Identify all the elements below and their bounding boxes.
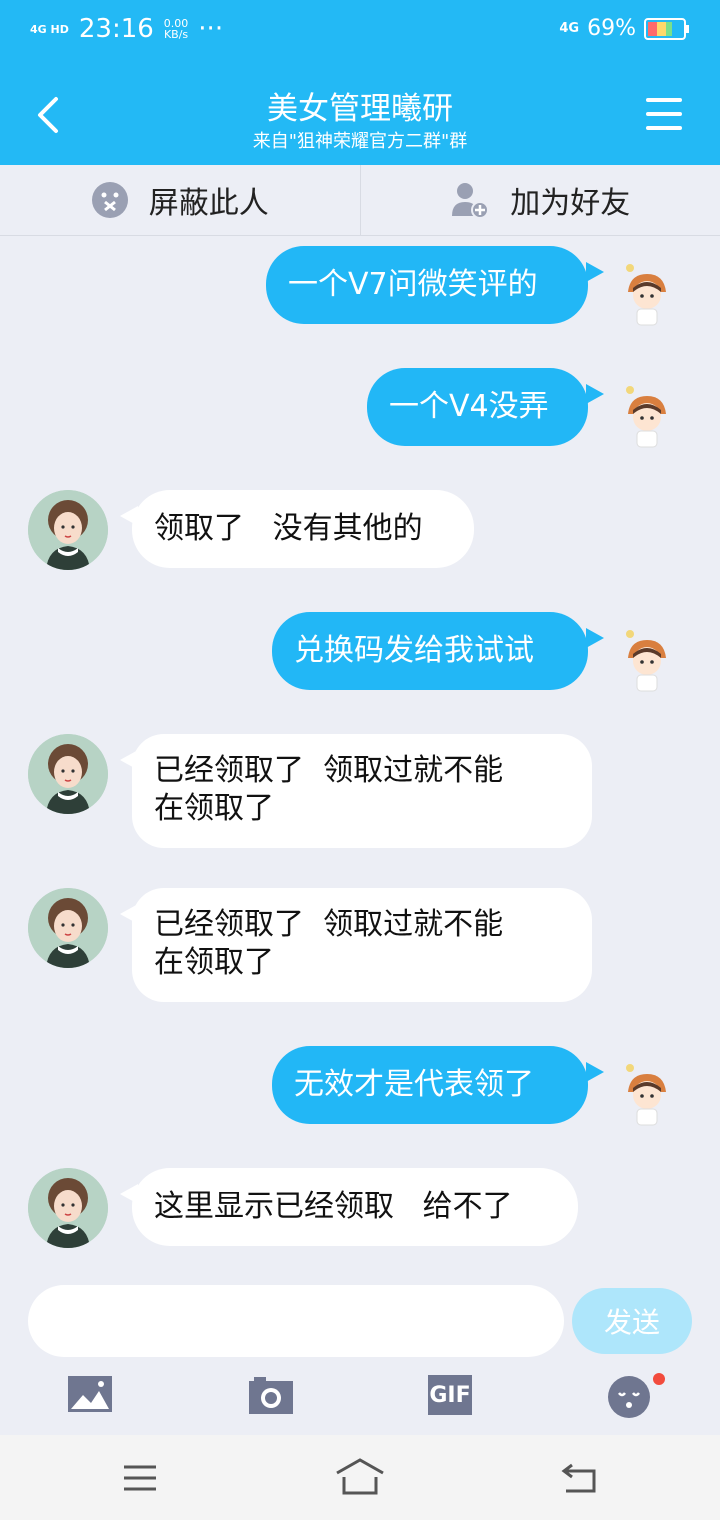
message-text-line: 在领取了 <box>154 791 274 826</box>
contact-avatar[interactable] <box>28 490 108 570</box>
bubble-tail <box>586 1062 604 1082</box>
clock: 23:16 <box>78 14 154 44</box>
input-toolbar: GIF <box>0 1365 720 1435</box>
message-input[interactable] <box>28 1285 564 1357</box>
home-icon[interactable] <box>334 1457 386 1497</box>
message-bubble-received[interactable]: 这里显示已经领取 给不了 <box>132 1168 578 1246</box>
add-friend-label: 加为好友 <box>510 186 631 221</box>
send-label: 发送 <box>603 1306 660 1339</box>
action-bar: 屏蔽此人 加为好友 <box>0 165 720 236</box>
chat-title: 美女管理曦研 <box>267 91 453 127</box>
message-text: 兑换码发给我试试 <box>294 633 534 668</box>
my-avatar[interactable] <box>620 1062 674 1132</box>
signal-4g: 4G <box>559 21 580 36</box>
battery-icon <box>644 17 689 40</box>
message-bubble-sent[interactable]: 一个V4没弄 <box>367 368 588 446</box>
recent-apps-icon[interactable] <box>122 1463 158 1493</box>
chat-header: 美女管理曦研 来自"狙神荣耀官方二群"群 <box>0 65 720 165</box>
image-icon[interactable] <box>67 1375 113 1413</box>
battery-percent: 69% <box>587 16 636 41</box>
my-avatar[interactable] <box>620 384 674 454</box>
menu-icon[interactable] <box>646 98 682 132</box>
message-bubble-received[interactable]: 已经领取了 领取过就不能 在领取了 <box>132 734 592 848</box>
message-text: 无效才是代表领了 <box>294 1067 534 1102</box>
status-bar: 4G HD 23:16 0.00 KB/s ··· 4G 69% <box>0 0 720 65</box>
send-button[interactable]: 发送 <box>572 1288 692 1354</box>
add-friend-icon <box>452 183 490 219</box>
message-bubble-sent[interactable]: 兑换码发给我试试 <box>272 612 588 690</box>
net-speed: 0.00 KB/s <box>164 18 189 40</box>
contact-avatar[interactable] <box>28 734 108 814</box>
bubble-tail <box>586 262 604 282</box>
system-nav-bar <box>0 1435 720 1520</box>
contact-avatar[interactable] <box>28 888 108 968</box>
bubble-tail <box>586 384 604 404</box>
message-bubble-sent[interactable]: 一个V7问微笑评的 <box>266 246 588 324</box>
gif-label: GIF <box>429 1382 471 1408</box>
more-notifications: ··· <box>198 14 224 44</box>
chat-subtitle: 来自"狙神荣耀官方二群"群 <box>252 131 468 152</box>
network-label: 4G HD <box>30 22 69 36</box>
block-user-button[interactable]: 屏蔽此人 <box>0 165 360 235</box>
my-avatar[interactable] <box>620 262 674 332</box>
message-bubble-received[interactable]: 领取了 没有其他的 <box>132 490 474 568</box>
message-text: 一个V4没弄 <box>389 389 549 424</box>
message-bubble-received[interactable]: 已经领取了 领取过就不能 在领取了 <box>132 888 592 1002</box>
message-text: 这里显示已经领取 给不了 <box>154 1189 513 1224</box>
bubble-tail <box>586 628 604 648</box>
contact-avatar[interactable] <box>28 1168 108 1248</box>
network-indicator: 4G HD <box>30 24 69 35</box>
message-text: 领取了 没有其他的 <box>154 511 423 546</box>
gif-icon[interactable]: GIF <box>428 1375 472 1415</box>
message-text-line: 已经领取了 领取过就不能 <box>154 753 504 788</box>
message-text-line: 在领取了 <box>154 945 274 980</box>
emoji-icon[interactable] <box>607 1373 665 1419</box>
my-avatar[interactable] <box>620 628 674 698</box>
message-bubble-sent[interactable]: 无效才是代表领了 <box>272 1046 588 1124</box>
add-friend-button[interactable]: 加为好友 <box>359 165 720 235</box>
net-speed-unit: KB/s <box>163 28 189 41</box>
block-user-label: 屏蔽此人 <box>148 186 269 221</box>
block-face-icon <box>91 182 128 218</box>
message-text-line: 已经领取了 领取过就不能 <box>154 907 504 942</box>
back-nav-icon[interactable] <box>560 1461 598 1495</box>
camera-icon[interactable] <box>248 1375 294 1415</box>
message-text: 一个V7问微笑评的 <box>288 267 538 302</box>
